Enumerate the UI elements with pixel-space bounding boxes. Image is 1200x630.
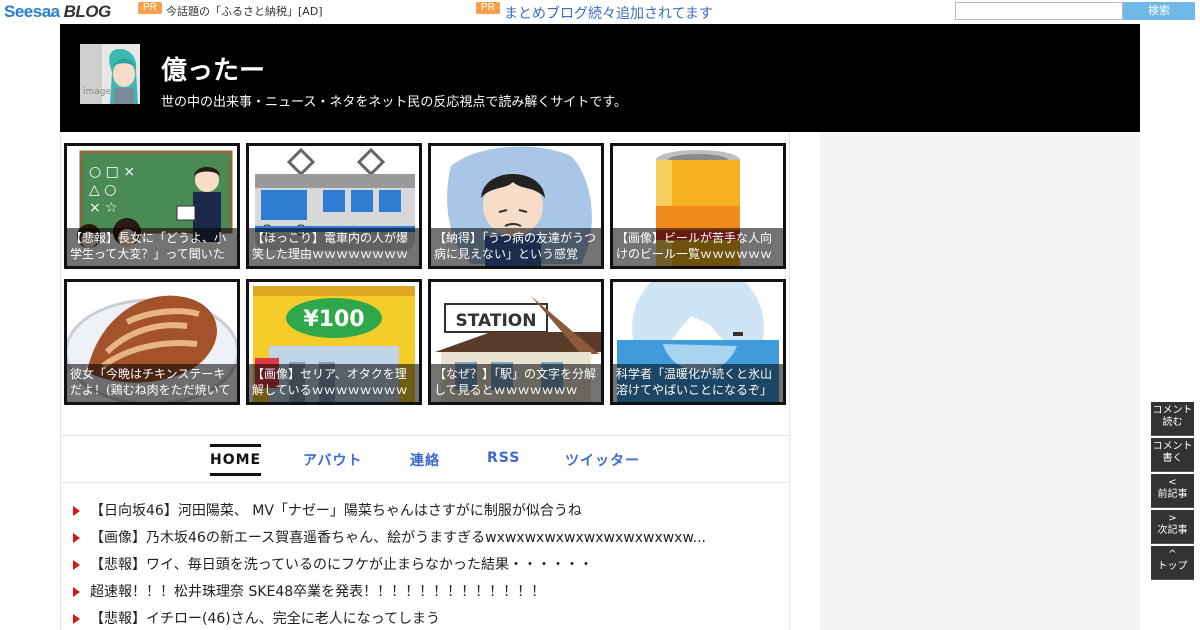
side-button-line2: 前記事 xyxy=(1157,489,1188,500)
article-thumb-5[interactable]: 彼女「今晩はチキンステーキだよ！(鶏むね肉をただ焼いて xyxy=(64,279,240,405)
nav-about[interactable]: アバウト xyxy=(303,450,362,470)
search-button[interactable]: 検索 xyxy=(1123,2,1195,20)
article-thumb-caption: 【悲報】長女に「どうよ、小学生って大変？」って聞いた xyxy=(67,228,237,266)
ad-link-furusato[interactable]: 今話題の「ふるさと納税」[AD] xyxy=(166,3,323,19)
side-button-line2: 次記事 xyxy=(1157,525,1188,536)
nav-home[interactable]: HOME xyxy=(210,444,262,476)
list-item[interactable]: 【悲報】イチロー(46)さん、完全に老人になってしまう xyxy=(73,608,440,628)
nav-twitter[interactable]: ツイッター xyxy=(565,450,640,470)
article-thumb-3[interactable]: 【納得】「うつ病の友達がうつ病に見えない」という感覚 xyxy=(428,143,604,269)
side-button-line2: 書く xyxy=(1162,453,1183,464)
article-thumb-1[interactable]: ○ □ × △ ○ × ☆ 【悲報】長女に「どうよ、小学生って大変？」って聞いた xyxy=(64,143,240,269)
main-nav: HOME アバウト 連絡 RSS ツイッター xyxy=(61,435,789,483)
list-item[interactable]: 【日向坂46】河田陽菜、 MV「ナゼー」陽菜ちゃんはさすがに制服が似合うね xyxy=(73,500,582,520)
article-thumb-caption: 【なぜ？】「駅」の文字を分解して見るとｗｗｗｗｗｗｗ xyxy=(431,364,601,402)
post-title: 【画像】乃木坂46の新エース賀喜遥香ちゃん、絵がうますぎるwxwxwxwxwxw… xyxy=(90,530,706,546)
pr-badge: PR xyxy=(138,2,162,14)
chevron-left-icon: < xyxy=(1168,477,1177,488)
side-button-line1: コメント xyxy=(1152,441,1193,452)
bullet-arrow-icon xyxy=(73,506,80,516)
main-column: ○ □ × △ ○ × ☆ 【悲報】長女に「どうよ、小学生って大変？」って聞いた xyxy=(60,132,790,630)
ad-link-matome[interactable]: まとめブログ続々追加されてます xyxy=(504,3,713,23)
back-to-top-button[interactable]: ^ トップ xyxy=(1151,546,1194,580)
nav-rss[interactable]: RSS xyxy=(487,450,520,466)
article-thumb-2[interactable]: 【ほっこり】電車内の人が爆笑した理由ｗｗｗｗｗｗｗｗ xyxy=(246,143,422,269)
logo-blog-text: BLOG xyxy=(63,2,112,21)
pr-badge: PR xyxy=(476,2,500,14)
sidebar xyxy=(820,132,1140,630)
site-avatar[interactable]: image xyxy=(80,44,140,104)
article-thumb-caption: 【画像】セリア、オタクを理解しているｗｗｗｗｗｗｗｗ xyxy=(249,364,419,402)
article-thumb-4[interactable]: 【画像】ビールが苦手な人向けのビール一覧ｗｗｗｗｗｗ xyxy=(610,143,786,269)
svg-text:△ ○: △ ○ xyxy=(89,182,116,198)
side-button-line2: トップ xyxy=(1157,561,1188,572)
list-item[interactable]: 【悲報】ワイ、毎日頭を洗っているのにフケが止まらなかった結果・・・・・・ xyxy=(73,554,593,574)
article-thumb-8[interactable]: 科学者「温暖化が続くと氷山溶けてやばいことになるぞ」 xyxy=(610,279,786,405)
site-header: image 億ったー 世の中の出来事・ニュース・ネタをネット民の反応視点で読み解… xyxy=(60,24,1140,132)
article-thumb-7[interactable]: STATION 【なぜ？】「駅」の文字を分解して見るとｗｗｗｗｗｗｗ xyxy=(428,279,604,405)
seesaa-blog-logo[interactable]: Seesaa BLOG xyxy=(4,2,111,22)
post-title: 【悲報】ワイ、毎日頭を洗っているのにフケが止まらなかった結果・・・・・・ xyxy=(90,557,594,573)
article-thumb-caption: 【画像】ビールが苦手な人向けのビール一覧ｗｗｗｗｗｗ xyxy=(613,228,783,266)
bullet-arrow-icon xyxy=(73,587,80,597)
article-thumb-caption: 彼女「今晩はチキンステーキだよ！(鶏むね肉をただ焼いて xyxy=(67,364,237,402)
bullet-arrow-icon xyxy=(73,560,80,570)
read-comments-button[interactable]: コメント 読む xyxy=(1151,402,1194,436)
bullet-arrow-icon xyxy=(73,533,80,543)
article-thumb-caption: 【ほっこり】電車内の人が爆笑した理由ｗｗｗｗｗｗｗｗ xyxy=(249,228,419,266)
top-bar: Seesaa BLOG PR 今話題の「ふるさと納税」[AD] PR まとめブログ… xyxy=(0,0,1200,24)
logo-seesaa-text: Seesaa xyxy=(4,2,60,21)
write-comment-button[interactable]: コメント 書く xyxy=(1151,438,1194,472)
list-item[interactable]: 【画像】乃木坂46の新エース賀喜遥香ちゃん、絵がうますぎるwxwxwxwxwxw… xyxy=(73,527,706,547)
next-article-button[interactable]: > 次記事 xyxy=(1151,510,1194,544)
svg-text:○ □ ×: ○ □ × xyxy=(89,164,135,180)
nav-contact[interactable]: 連絡 xyxy=(410,450,440,470)
shop-price-text: ¥100 xyxy=(303,307,364,332)
station-sign-text: STATION xyxy=(456,311,537,331)
svg-text:× ☆: × ☆ xyxy=(89,200,118,216)
article-thumb-6[interactable]: ¥100 【画像】セリア、オタクを理解しているｗｗｗｗｗｗｗｗ xyxy=(246,279,422,405)
list-item[interactable]: 超速報！！！松井珠理奈 SKE48卒業を発表！！！！！！！！！！！！！ xyxy=(73,581,545,601)
post-title: 【悲報】イチロー(46)さん、完全に老人になってしまう xyxy=(90,611,441,627)
article-thumb-caption: 科学者「温暖化が続くと氷山溶けてやばいことになるぞ」 xyxy=(613,364,783,402)
chevron-up-icon: ^ xyxy=(1168,549,1177,560)
previous-article-button[interactable]: < 前記事 xyxy=(1151,474,1194,508)
avatar-image: image xyxy=(80,44,140,104)
side-button-line2: 読む xyxy=(1162,417,1183,428)
site-description: 世の中の出来事・ニュース・ネタをネット民の反応視点で読み解くサイトです。 xyxy=(161,95,628,110)
side-button-line1: コメント xyxy=(1152,405,1193,416)
post-title: 超速報！！！松井珠理奈 SKE48卒業を発表！！！！！！！！！！！！！ xyxy=(90,584,546,600)
avatar-text: image xyxy=(83,87,111,97)
bullet-arrow-icon xyxy=(73,614,80,624)
chevron-right-icon: > xyxy=(1168,513,1177,524)
site-title[interactable]: 億ったー xyxy=(161,50,265,87)
post-title: 【日向坂46】河田陽菜、 MV「ナゼー」陽菜ちゃんはさすがに制服が似合うね xyxy=(90,503,582,519)
search-input[interactable] xyxy=(955,2,1123,20)
article-thumb-caption: 【納得】「うつ病の友達がうつ病に見えない」という感覚 xyxy=(431,228,601,266)
